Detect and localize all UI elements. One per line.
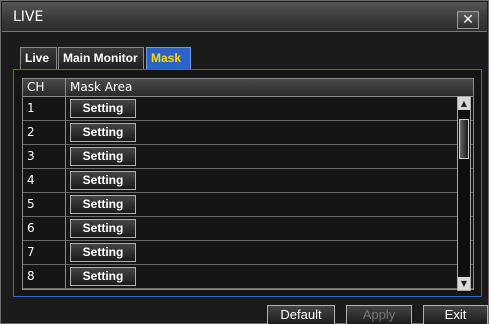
close-button[interactable]: ✕ — [457, 11, 479, 29]
table-row: 7 Setting — [23, 241, 473, 265]
title-bar: LIVE ✕ — [2, 2, 487, 32]
mask-table: CH Mask Area 1 Setting 2 Setting 3 Setti… — [22, 78, 474, 290]
channel-number: 5 — [27, 197, 35, 211]
tab-main-monitor-label: Main Monitor — [63, 51, 138, 65]
setting-button[interactable]: Setting — [70, 147, 136, 166]
setting-button[interactable]: Setting — [70, 267, 136, 286]
scroll-thumb[interactable] — [459, 119, 469, 159]
channel-number: 1 — [27, 101, 35, 115]
table-row: 2 Setting — [23, 121, 473, 145]
channel-number: 8 — [27, 269, 35, 283]
scroll-down-icon[interactable]: ▼ — [458, 277, 470, 290]
tab-mask[interactable]: Mask — [146, 47, 191, 69]
column-header-mask-area: Mask Area — [70, 80, 133, 94]
setting-button[interactable]: Setting — [70, 171, 136, 190]
table-row: 8 Setting — [23, 265, 473, 289]
channel-number: 3 — [27, 149, 35, 163]
setting-button[interactable]: Setting — [70, 123, 136, 142]
exit-button[interactable]: Exit — [423, 305, 488, 324]
mask-panel: CH Mask Area 1 Setting 2 Setting 3 Setti… — [13, 69, 482, 297]
channel-number: 6 — [27, 221, 35, 235]
close-icon: ✕ — [462, 12, 474, 28]
table-row: 5 Setting — [23, 193, 473, 217]
table-row: 1 Setting — [23, 97, 473, 121]
setting-button[interactable]: Setting — [70, 195, 136, 214]
column-header-ch: CH — [27, 80, 45, 94]
tab-mask-label: Mask — [151, 51, 182, 65]
table-row: 4 Setting — [23, 169, 473, 193]
channel-number: 7 — [27, 245, 35, 259]
setting-button[interactable]: Setting — [70, 219, 136, 238]
window-title: LIVE — [13, 9, 44, 25]
table-body: 1 Setting 2 Setting 3 Setting 4 Setting … — [23, 97, 473, 289]
setting-button[interactable]: Setting — [70, 243, 136, 262]
channel-number: 4 — [27, 173, 35, 187]
default-button[interactable]: Default — [267, 305, 335, 324]
apply-button[interactable]: Apply — [346, 305, 412, 324]
tab-live-label: Live — [25, 51, 50, 65]
tab-main-monitor[interactable]: Main Monitor — [58, 47, 144, 69]
live-dialog: LIVE ✕ Live Main Monitor Mask CH Mask Ar… — [0, 0, 489, 324]
scroll-up-icon[interactable]: ▲ — [458, 97, 470, 110]
channel-number: 2 — [27, 125, 35, 139]
table-row: 3 Setting — [23, 145, 473, 169]
setting-button[interactable]: Setting — [70, 99, 136, 118]
tab-live[interactable]: Live — [20, 47, 57, 69]
table-row: 6 Setting — [23, 217, 473, 241]
table-header: CH Mask Area — [23, 79, 473, 97]
table-scrollbar[interactable]: ▲ ▼ — [457, 96, 471, 291]
